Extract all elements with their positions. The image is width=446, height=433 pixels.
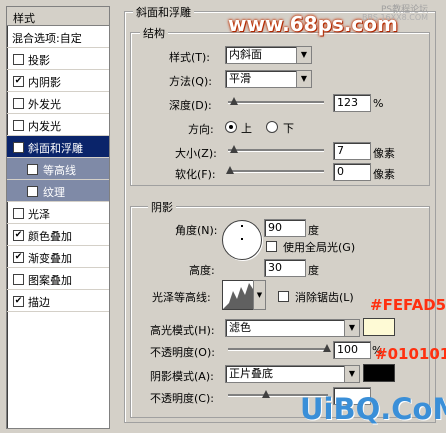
chevron-down-icon: ▼: [296, 71, 311, 87]
checkbox[interactable]: [27, 164, 38, 175]
global-light-checkbox[interactable]: [266, 241, 277, 252]
shading-title: 阴影: [148, 199, 176, 215]
sidebar-item-texture[interactable]: 纹理: [7, 180, 109, 202]
styles-header: 样式: [7, 7, 109, 26]
soften-unit: 像素: [373, 168, 395, 181]
shadow-opacity-thumb[interactable]: [262, 390, 270, 398]
antialias-label: 消除锯齿(L): [295, 291, 354, 304]
direction-up-radio[interactable]: [225, 121, 237, 133]
bottom-watermark: UiBQ.CoM: [300, 392, 446, 426]
angle-label: 角度(N):: [175, 224, 218, 237]
checkbox[interactable]: [27, 186, 38, 197]
sidebar-item-gradient-overlay[interactable]: ✔ 渐变叠加: [7, 246, 109, 268]
checkbox[interactable]: ✔: [13, 252, 24, 263]
size-unit: 像素: [373, 147, 395, 160]
method-label: 方法(Q):: [169, 75, 212, 88]
checkbox[interactable]: [13, 208, 24, 219]
checkbox[interactable]: [13, 120, 24, 131]
highlight-opacity-thumb[interactable]: [323, 344, 331, 352]
sidebar-item-color-overlay[interactable]: ✔ 颜色叠加: [7, 224, 109, 246]
checkbox[interactable]: [13, 54, 24, 65]
shadow-mode-select[interactable]: 正片叠底 ▼: [225, 365, 360, 383]
soften-slider[interactable]: [228, 170, 324, 173]
angle-dial-center: [241, 238, 243, 240]
style-label: 样式(T):: [169, 51, 211, 64]
panel-title: 斜面和浮雕: [133, 4, 194, 20]
highlight-mode-label: 高光模式(H):: [150, 324, 215, 337]
checkbox[interactable]: [13, 274, 24, 285]
chevron-down-icon[interactable]: ▼: [253, 280, 266, 310]
depth-input[interactable]: 123: [333, 94, 371, 112]
direction-up-label: 上: [241, 122, 252, 135]
gloss-contour-label: 光泽等高线:: [152, 291, 211, 304]
highlight-opacity-label: 不透明度(O):: [150, 346, 215, 359]
style-select[interactable]: 内斜面 ▼: [225, 46, 312, 64]
size-label: 大小(Z):: [175, 147, 217, 160]
gloss-contour-preview[interactable]: [222, 280, 254, 310]
corner-watermark-url: BBS.16XX8.COM: [362, 13, 429, 22]
shadow-mode-label: 阴影模式(A):: [150, 370, 214, 383]
sidebar-item-inner-glow[interactable]: 内发光: [7, 114, 109, 136]
sidebar-item-satin[interactable]: 光泽: [7, 202, 109, 224]
checkbox[interactable]: ✔: [13, 230, 24, 241]
chevron-down-icon: ▼: [344, 320, 359, 336]
direction-label: 方向:: [188, 123, 214, 136]
global-light-label: 使用全局光(G): [283, 241, 356, 254]
depth-slider[interactable]: [228, 101, 324, 104]
size-slider-thumb[interactable]: [230, 145, 238, 153]
altitude-label: 高度:: [189, 264, 215, 277]
angle-dial-marker: [241, 225, 243, 227]
sidebar-item-bevel-emboss[interactable]: ✔ 斜面和浮雕: [7, 136, 109, 158]
altitude-input[interactable]: 30: [264, 259, 306, 277]
size-input[interactable]: 7: [333, 142, 371, 160]
checkbox[interactable]: ✔: [13, 142, 24, 153]
shadow-color-swatch[interactable]: [363, 364, 395, 382]
contour-curve-icon: [223, 283, 253, 309]
sidebar-item-drop-shadow[interactable]: 投影: [7, 48, 109, 70]
shadow-opacity-label: 不透明度(C):: [150, 392, 214, 405]
blending-options-item[interactable]: 混合选项:自定: [7, 26, 109, 48]
soften-input[interactable]: 0: [333, 163, 371, 181]
altitude-unit: 度: [308, 264, 319, 277]
highlight-hex-annotation: #FEFAD5: [370, 296, 446, 314]
sidebar-item-pattern-overlay[interactable]: 图案叠加: [7, 268, 109, 290]
size-slider[interactable]: [228, 149, 324, 152]
checkbox[interactable]: ✔: [13, 76, 24, 87]
highlight-opacity-slider[interactable]: [228, 348, 328, 351]
checkbox[interactable]: [13, 98, 24, 109]
method-select[interactable]: 平滑 ▼: [225, 70, 312, 88]
chevron-down-icon: ▼: [296, 47, 311, 63]
antialias-checkbox[interactable]: [278, 291, 289, 302]
angle-dial[interactable]: [222, 220, 262, 260]
sidebar-item-outer-glow[interactable]: 外发光: [7, 92, 109, 114]
depth-slider-thumb[interactable]: [230, 97, 238, 105]
highlight-mode-select[interactable]: 滤色 ▼: [225, 319, 360, 337]
structure-title: 结构: [140, 25, 168, 41]
sidebar-item-contour[interactable]: 等高线: [7, 158, 109, 180]
angle-unit: 度: [308, 224, 319, 237]
direction-down-radio[interactable]: [266, 121, 278, 133]
checkbox[interactable]: ✔: [13, 296, 24, 307]
direction-down-label: 下: [283, 122, 294, 135]
depth-label: 深度(D):: [169, 99, 212, 112]
soften-label: 软化(F):: [175, 168, 216, 181]
styles-list: 样式 混合选项:自定 投影 ✔ 内阴影 外发光 内发光 ✔ 斜面和浮雕 等高线 纹理…: [6, 6, 110, 429]
chevron-down-icon: ▼: [344, 366, 359, 382]
sidebar-item-inner-shadow[interactable]: ✔ 内阴影: [7, 70, 109, 92]
shadow-hex-annotation: #010101: [375, 345, 446, 363]
depth-unit: %: [373, 97, 384, 110]
soften-slider-thumb[interactable]: [226, 166, 234, 174]
highlight-color-swatch[interactable]: [363, 318, 395, 336]
highlight-opacity-input[interactable]: 100: [333, 341, 371, 359]
angle-input[interactable]: 90: [264, 219, 306, 237]
sidebar-item-stroke[interactable]: ✔ 描边: [7, 290, 109, 312]
